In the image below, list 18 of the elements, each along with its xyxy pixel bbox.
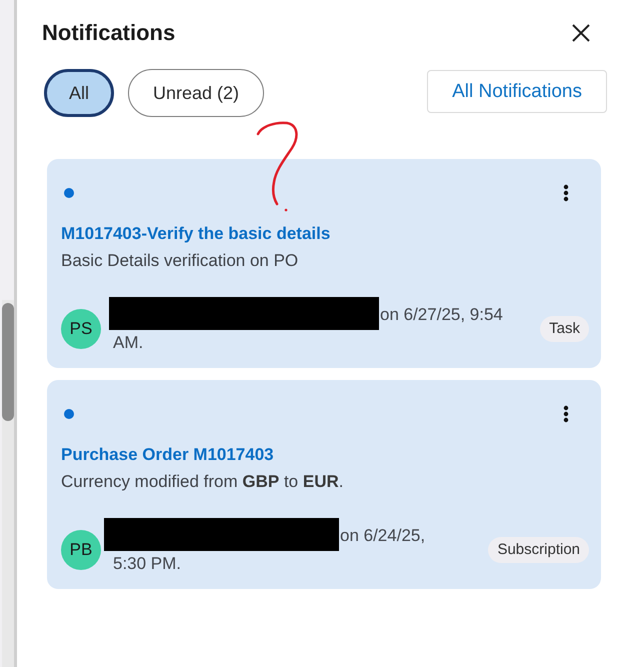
kebab-menu-icon — [563, 184, 569, 202]
notification-title-link[interactable]: M1017403-Verify the basic details — [61, 222, 330, 246]
category-tag: Subscription — [488, 537, 589, 563]
category-tag: Task — [540, 316, 589, 342]
avatar: PS — [61, 309, 101, 349]
scrollbar-thumb[interactable] — [2, 303, 14, 421]
filter-tab[interactable]: All — [44, 69, 114, 117]
all-notifications-button[interactable]: All Notifications — [427, 70, 607, 113]
kebab-menu-icon — [563, 405, 569, 423]
timestamp-text: on 6/24/25, 5:30 PM. — [113, 526, 426, 573]
timestamp-text: on 6/27/25, 9:54 AM. — [113, 305, 503, 352]
notification-message: Basic Details verification on PO — [61, 250, 298, 272]
panel-title: Notifications — [42, 19, 176, 47]
notification-message: Currency modified from GBP to EUR. — [61, 471, 344, 493]
filter-tab[interactable]: Unread (2) — [128, 69, 264, 117]
notification-title-link[interactable]: Purchase Order M1017403 — [61, 443, 274, 467]
avatar: PB — [61, 530, 101, 570]
close-icon — [572, 24, 590, 42]
